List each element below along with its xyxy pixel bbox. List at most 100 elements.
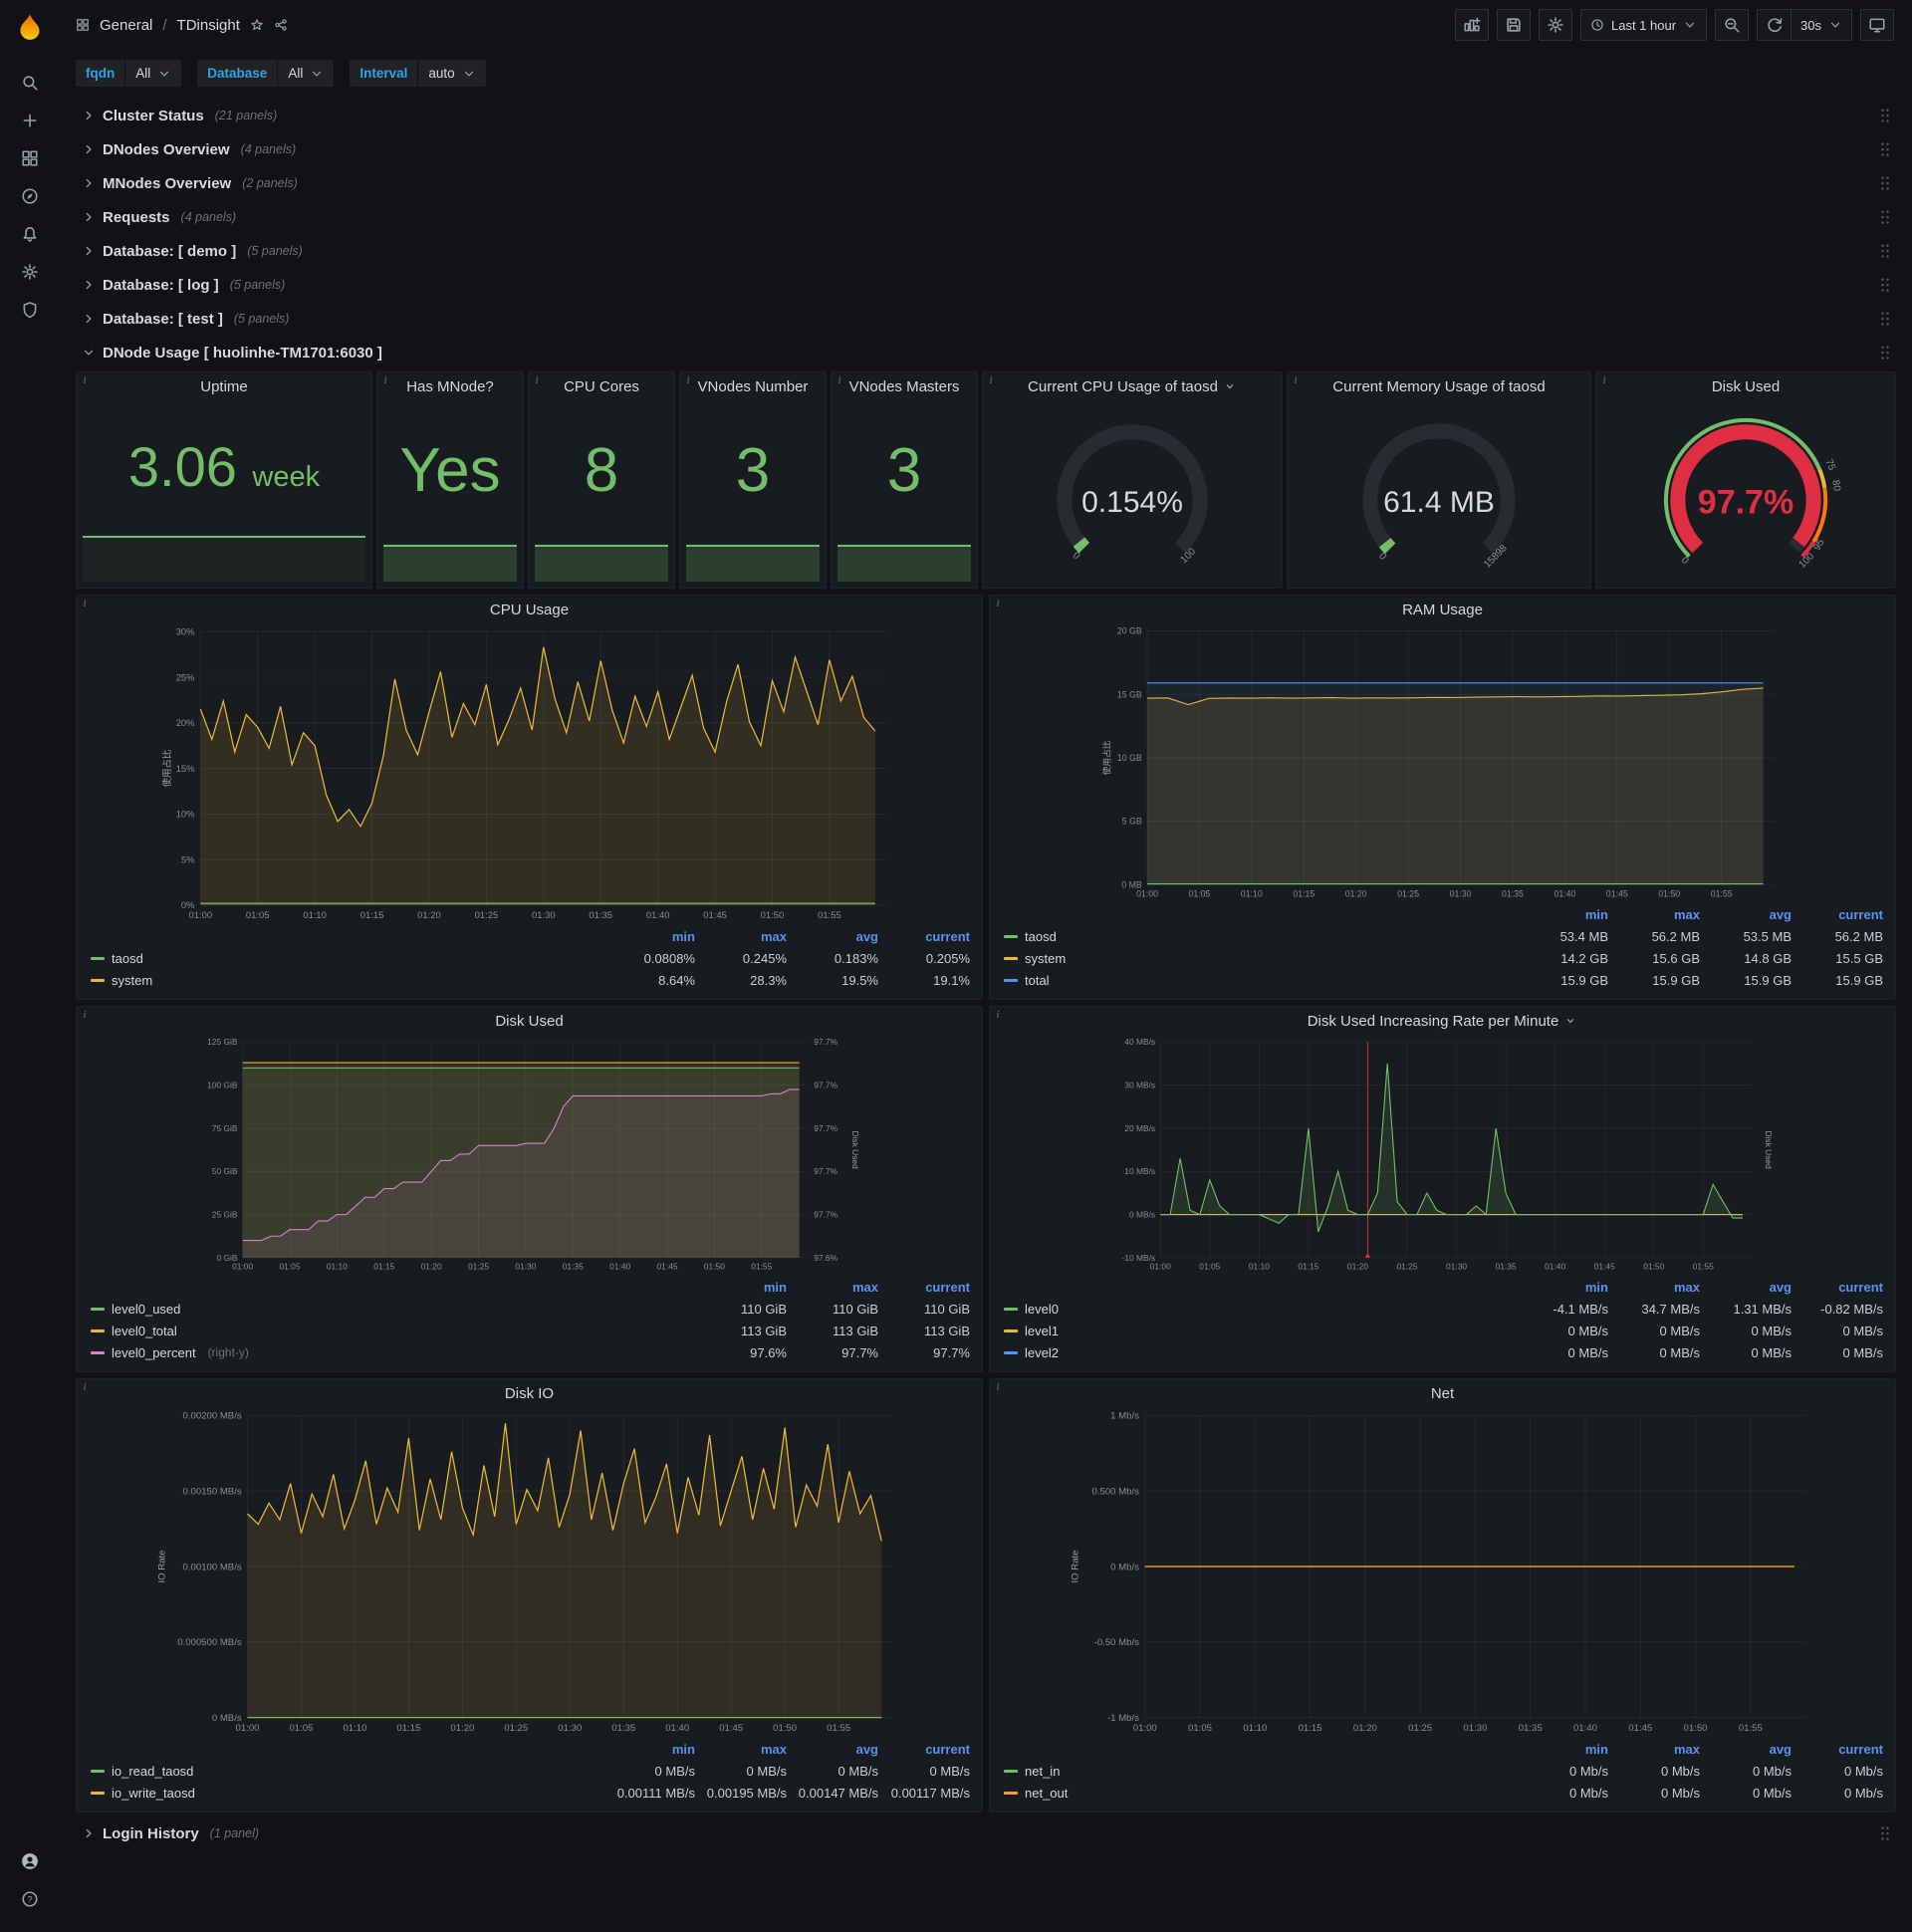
row-drag-handle[interactable] xyxy=(1880,345,1890,361)
panel-info-icon[interactable]: i xyxy=(78,597,92,610)
row-drag-handle[interactable] xyxy=(1880,277,1890,293)
legend-column[interactable]: max xyxy=(787,1280,878,1295)
legend-column[interactable]: max xyxy=(695,1742,787,1757)
add-panel-button[interactable] xyxy=(1454,9,1489,41)
disk-io-chart[interactable]: 01:00 01:05 01:10 01:15 01:20 01:25 01:30 01:35… xyxy=(80,1407,979,1736)
cpu-usage-chart[interactable]: 01:00 01:05 01:10 01:15 01:20 01:25 01:30 01:35… xyxy=(80,623,979,923)
legend-column[interactable]: current xyxy=(878,929,970,944)
help-icon[interactable]: ? xyxy=(8,1880,52,1918)
legend-column[interactable]: avg xyxy=(787,1742,878,1757)
row-drag-handle[interactable] xyxy=(1880,141,1890,157)
series-name[interactable]: level0 xyxy=(1004,1302,1517,1317)
breadcrumb-dashboard[interactable]: TDinsight xyxy=(177,17,240,34)
panel-info-icon[interactable]: i xyxy=(991,597,1005,610)
grafana-logo[interactable] xyxy=(12,12,48,48)
alerting-bell-icon[interactable] xyxy=(8,215,52,253)
row-drag-handle[interactable] xyxy=(1880,209,1890,225)
legend-column[interactable]: current xyxy=(1792,1742,1883,1757)
panel-title[interactable]: Disk Used xyxy=(77,1007,982,1035)
row-login-history[interactable]: Login History (1 panel) xyxy=(76,1818,1896,1848)
row-drag-handle[interactable] xyxy=(1880,243,1890,259)
row-drag-handle[interactable] xyxy=(1880,175,1890,191)
legend-column[interactable]: max xyxy=(1608,1280,1700,1295)
refresh-button[interactable] xyxy=(1757,9,1792,41)
user-avatar[interactable] xyxy=(8,1842,52,1880)
panel-title[interactable]: Net xyxy=(990,1379,1895,1407)
series-name[interactable]: system xyxy=(1004,951,1517,966)
panel-info-icon[interactable]: i xyxy=(984,373,998,387)
panel-title[interactable]: Disk Used Increasing Rate per Minute xyxy=(990,1007,1895,1035)
legend-column[interactable]: current xyxy=(878,1742,970,1757)
row-drag-handle[interactable] xyxy=(1880,108,1890,123)
panel-title[interactable]: Disk IO xyxy=(77,1379,982,1407)
series-name[interactable]: taosd xyxy=(1004,929,1517,944)
create-icon[interactable] xyxy=(8,102,52,139)
breadcrumb-folder[interactable]: General xyxy=(100,17,152,34)
series-name[interactable]: net_in xyxy=(1004,1764,1517,1779)
legend-column[interactable]: avg xyxy=(1700,907,1792,922)
panel-title[interactable]: Disk Used xyxy=(1596,372,1895,400)
row-database-demo[interactable]: Database: [ demo ] (5 panels) xyxy=(76,236,1896,266)
panel-info-icon[interactable]: i xyxy=(378,373,392,387)
panel-info-icon[interactable]: i xyxy=(530,373,544,387)
legend-column[interactable]: current xyxy=(878,1280,970,1295)
net-chart[interactable]: 01:00 01:05 01:10 01:15 01:20 01:25 01:30 01:35… xyxy=(993,1407,1892,1736)
legend-column[interactable]: min xyxy=(603,929,695,944)
legend-column[interactable]: min xyxy=(695,1280,787,1295)
series-name[interactable]: net_out xyxy=(1004,1786,1517,1801)
legend-column[interactable]: min xyxy=(1517,907,1608,922)
share-icon[interactable] xyxy=(274,18,288,32)
legend-column[interactable]: min xyxy=(1517,1280,1608,1295)
row-database-test[interactable]: Database: [ test ] (5 panels) xyxy=(76,304,1896,334)
legend-column[interactable]: current xyxy=(1792,1280,1883,1295)
series-name[interactable]: level0_total xyxy=(91,1324,695,1338)
panel-info-icon[interactable]: i xyxy=(991,1008,1005,1022)
server-admin-shield-icon[interactable] xyxy=(8,291,52,329)
variable-database[interactable]: Database All xyxy=(197,60,335,87)
panel-info-icon[interactable]: i xyxy=(78,373,92,387)
panel-info-icon[interactable]: i xyxy=(78,1008,92,1022)
row-drag-handle[interactable] xyxy=(1880,311,1890,327)
variable-fqdn[interactable]: fqdn All xyxy=(76,60,182,87)
series-name[interactable]: level1 xyxy=(1004,1324,1517,1338)
row-requests[interactable]: Requests (4 panels) xyxy=(76,202,1896,232)
panel-title[interactable]: VNodes Masters xyxy=(832,372,977,400)
configuration-gear-icon[interactable] xyxy=(8,253,52,291)
row-drag-handle[interactable] xyxy=(1880,1825,1890,1841)
panel-info-icon[interactable]: i xyxy=(78,1380,92,1394)
variable-interval[interactable]: Interval auto xyxy=(350,60,486,87)
legend-column[interactable]: min xyxy=(603,1742,695,1757)
panel-title[interactable]: Has MNode? xyxy=(377,372,523,400)
dashboards-icon[interactable] xyxy=(8,139,52,177)
panel-title[interactable]: Uptime xyxy=(77,372,371,400)
star-icon[interactable] xyxy=(250,18,264,32)
disk-rate-chart[interactable]: 01:00 01:05 01:10 01:15 01:20 01:25 01:30 01:35… xyxy=(993,1035,1892,1274)
panel-title[interactable]: Current CPU Usage of taosd xyxy=(983,372,1282,400)
legend-column[interactable]: avg xyxy=(1700,1280,1792,1295)
panel-info-icon[interactable]: i xyxy=(1289,373,1303,387)
ram-usage-chart[interactable]: 01:00 01:05 01:10 01:15 01:20 01:25 01:30 01:35… xyxy=(993,623,1892,901)
panel-info-icon[interactable]: i xyxy=(991,1380,1005,1394)
panel-title[interactable]: RAM Usage xyxy=(990,596,1895,623)
legend-column[interactable]: max xyxy=(1608,907,1700,922)
legend-column[interactable]: max xyxy=(695,929,787,944)
series-name[interactable]: io_read_taosd xyxy=(91,1764,603,1779)
series-name[interactable]: io_write_taosd xyxy=(91,1786,603,1801)
save-dashboard-button[interactable] xyxy=(1496,9,1531,41)
row-dnode-usage[interactable]: DNode Usage [ huolinhe-TM1701:6030 ] xyxy=(76,338,1896,367)
series-name[interactable]: level0_percent (right-y) xyxy=(91,1345,695,1360)
dashboard-settings-button[interactable] xyxy=(1538,9,1572,41)
legend-column[interactable]: avg xyxy=(1700,1742,1792,1757)
legend-column[interactable]: avg xyxy=(787,929,878,944)
legend-column[interactable]: current xyxy=(1792,907,1883,922)
row-cluster-status[interactable]: Cluster Status (21 panels) xyxy=(76,101,1896,130)
explore-icon[interactable] xyxy=(8,177,52,215)
legend-column[interactable]: min xyxy=(1517,1742,1608,1757)
cycle-view-monitor-button[interactable] xyxy=(1860,9,1894,41)
disk-used-chart[interactable]: 01:00 01:05 01:10 01:15 01:20 01:25 01:30 01:35… xyxy=(80,1035,979,1274)
legend-column[interactable]: max xyxy=(1608,1742,1700,1757)
time-range-picker[interactable]: Last 1 hour xyxy=(1579,9,1708,41)
panel-title[interactable]: CPU Cores xyxy=(529,372,674,400)
row-database-log[interactable]: Database: [ log ] (5 panels) xyxy=(76,270,1896,300)
panel-title[interactable]: CPU Usage xyxy=(77,596,982,623)
